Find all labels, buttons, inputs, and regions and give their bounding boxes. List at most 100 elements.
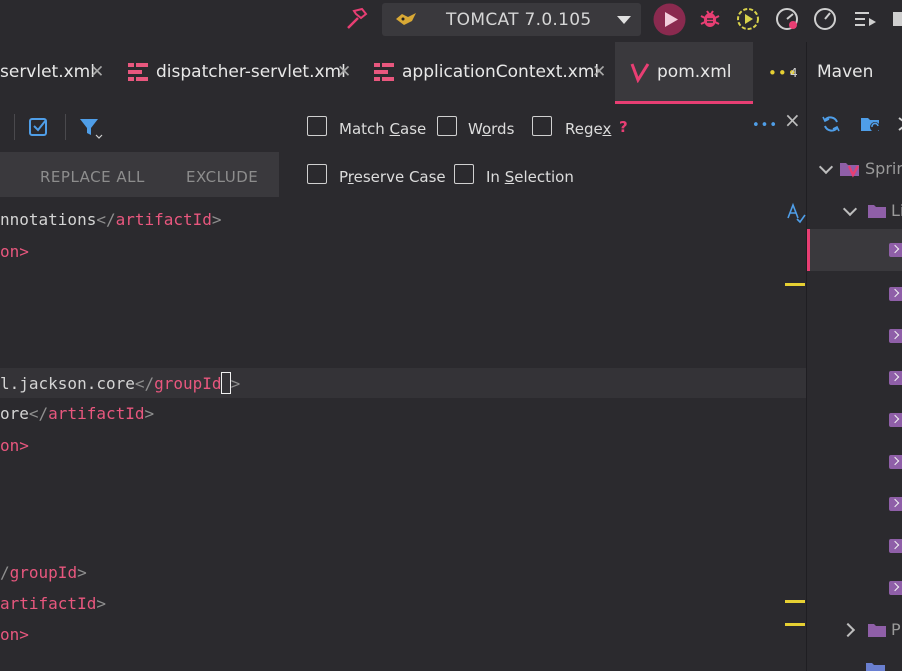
run-configuration-label: TOMCAT 7.0.105	[446, 10, 592, 30]
goal-icon	[889, 581, 902, 595]
maven-panel: Maven Sprin Li Pl	[806, 42, 902, 671]
hammer-icon[interactable]	[343, 6, 369, 32]
xml-file-icon	[128, 63, 148, 81]
xml-tag: artifactId	[115, 210, 212, 229]
tab-application-context[interactable]: applicationContext.xml ✕	[360, 42, 615, 102]
close-icon[interactable]: ✕	[337, 62, 351, 82]
filter-icon[interactable]	[78, 116, 104, 140]
code-line: artifactId>	[0, 594, 106, 613]
coverage-icon[interactable]	[735, 6, 761, 32]
xml-tag: artifactId	[0, 594, 97, 613]
exclude-button[interactable]: EXCLUDE	[186, 168, 258, 186]
lifecycle-goal[interactable]	[807, 357, 902, 399]
main-toolbar: TOMCAT 7.0.105	[0, 0, 902, 40]
scrollbar-marker[interactable]	[785, 600, 805, 603]
folder-icon	[868, 205, 886, 218]
preserve-case-label: Preserve Case	[339, 168, 446, 186]
chevron-down-icon[interactable]	[842, 201, 858, 217]
text-cursor	[220, 372, 231, 394]
words-checkbox[interactable]	[437, 116, 457, 136]
code-text: ore	[0, 404, 29, 423]
xml-tag: artifactId	[48, 404, 145, 423]
preserve-case-checkbox[interactable]	[307, 164, 327, 184]
folder-icon	[868, 624, 886, 637]
lifecycle-goal[interactable]	[807, 273, 902, 315]
in-selection-label: In Selection	[486, 168, 574, 186]
tab-servlet[interactable]: servlet.xml ✕	[0, 42, 112, 102]
close-find-icon[interactable]: ×	[784, 108, 801, 132]
maven-file-icon	[630, 63, 650, 83]
xml-tag: groupId	[154, 374, 222, 393]
tree-item-plugins[interactable]: Pl	[807, 609, 902, 651]
debug-icon[interactable]	[697, 6, 723, 32]
code-editor[interactable]: nnotations</artifactId> on> l.jackson.co…	[0, 200, 806, 671]
lifecycle-goal[interactable]	[807, 567, 902, 609]
chevron-down-icon	[617, 16, 631, 24]
goal-icon	[889, 287, 902, 301]
tree-item-label: Pl	[891, 620, 902, 639]
goal-icon	[889, 371, 902, 385]
xml-tag: on>	[0, 625, 29, 644]
tab-label: dispatcher-servlet.xml	[156, 62, 346, 82]
run-list-icon[interactable]	[852, 6, 878, 32]
tree-item-label: Li	[891, 201, 902, 220]
goal-icon	[889, 455, 902, 469]
goal-icon	[889, 497, 902, 511]
regex-checkbox[interactable]	[532, 116, 552, 136]
run-icon[interactable]	[653, 3, 686, 36]
selection-indicator	[807, 229, 810, 271]
reimport-icon[interactable]	[859, 114, 883, 134]
refresh-icon[interactable]	[821, 114, 841, 134]
tree-item-lifecycle[interactable]: Li	[807, 190, 902, 232]
close-icon[interactable]: ✕	[592, 62, 606, 82]
in-selection-checkbox[interactable]	[454, 164, 474, 184]
tree-item-project[interactable]: Sprin	[807, 148, 902, 190]
scrollbar-marker[interactable]	[785, 283, 805, 286]
find-replace-bar: REPLACE ALL EXCLUDE Match Case Words Reg…	[0, 104, 806, 200]
goal-icon	[889, 329, 902, 343]
replace-all-button[interactable]: REPLACE ALL	[40, 168, 145, 186]
code-line: /groupId>	[0, 563, 87, 582]
tab-dispatcher-servlet[interactable]: dispatcher-servlet.xml ✕	[112, 42, 360, 102]
profile-icon[interactable]	[774, 6, 800, 32]
code-text: nnotations	[0, 210, 97, 229]
lifecycle-goal[interactable]	[807, 441, 902, 483]
chevron-right-icon[interactable]	[840, 622, 856, 638]
lifecycle-goal[interactable]	[807, 483, 902, 525]
goal-icon	[889, 539, 902, 553]
performance-icon[interactable]	[812, 6, 838, 32]
lifecycle-goal[interactable]	[807, 399, 902, 441]
maven-project-icon	[840, 163, 860, 178]
code-line: nnotations</artifactId>	[0, 210, 222, 229]
match-case-checkbox[interactable]	[307, 116, 327, 136]
maven-title: Maven	[817, 62, 874, 82]
more-options-icon[interactable]: •••	[752, 118, 778, 133]
execute-goal-icon[interactable]	[897, 114, 902, 134]
goal-icon	[889, 413, 902, 427]
code-line: ore</artifactId>	[0, 404, 155, 423]
select-all-icon[interactable]	[28, 115, 50, 137]
scrollbar-marker[interactable]	[785, 623, 805, 626]
close-icon[interactable]: ✕	[90, 62, 104, 82]
replace-buttons: REPLACE ALL EXCLUDE	[0, 152, 279, 197]
divider	[14, 114, 15, 140]
match-case-label: Match Case	[339, 120, 427, 138]
words-label: Words	[468, 120, 515, 138]
tab-pom[interactable]: pom.xml	[615, 42, 753, 104]
run-configuration-dropdown[interactable]: TOMCAT 7.0.105	[382, 3, 641, 36]
code-line: on>	[0, 436, 29, 466]
tab-label: applicationContext.xml	[402, 62, 600, 82]
folder-icon	[866, 663, 885, 671]
tab-label: pom.xml	[657, 62, 732, 82]
stop-icon[interactable]	[890, 6, 902, 32]
code-text: /	[0, 563, 10, 582]
lifecycle-goal[interactable]	[807, 315, 902, 357]
spellcheck-icon[interactable]	[786, 202, 806, 224]
chevron-down-icon[interactable]	[818, 159, 834, 175]
lifecycle-goal[interactable]	[807, 229, 902, 271]
code-line: on>	[0, 242, 29, 272]
regex-help-icon[interactable]: ?	[619, 118, 628, 136]
editor-tabs: servlet.xml ✕ dispatcher-servlet.xml ✕ a…	[0, 42, 806, 104]
lifecycle-goal[interactable]	[807, 525, 902, 567]
tomcat-icon	[396, 13, 416, 25]
